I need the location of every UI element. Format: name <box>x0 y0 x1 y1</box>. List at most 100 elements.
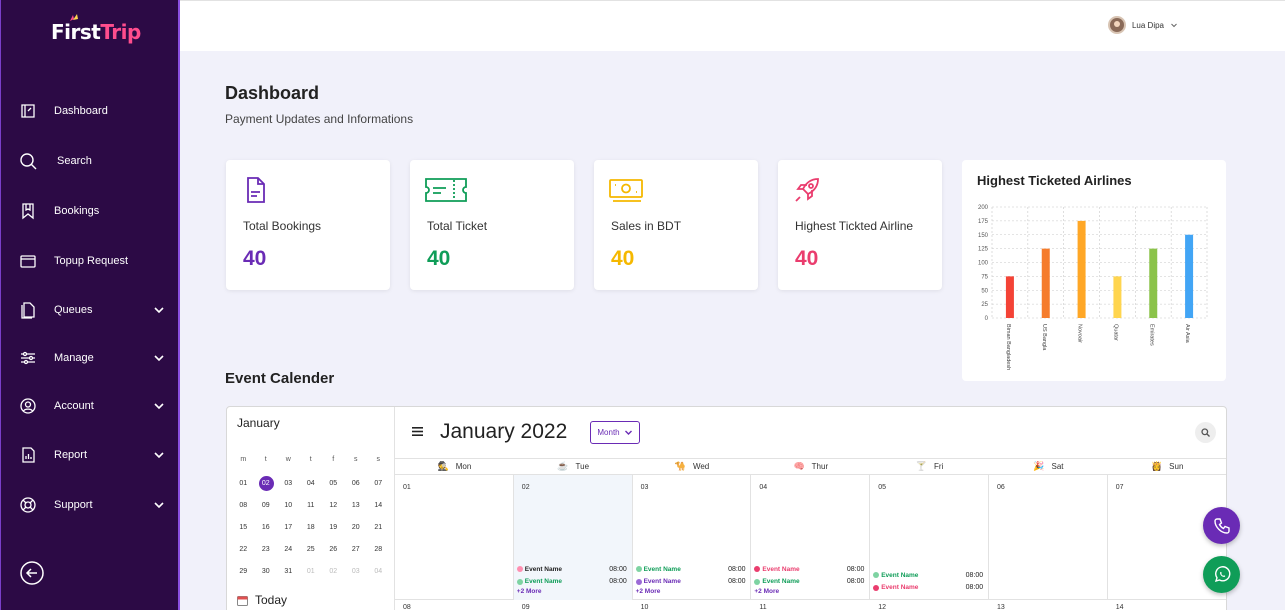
mini-calendar-day[interactable]: 05 <box>322 480 345 487</box>
sidebar-item-topup-request[interactable]: Topup Request <box>19 248 169 274</box>
bar <box>1077 220 1086 318</box>
calendar-day-cell[interactable]: 06 <box>989 475 1108 600</box>
sidebar: FirstTrip Dashboard Search Bookings Topu… <box>0 0 180 610</box>
sidebar-item-dashboard[interactable]: Dashboard <box>19 98 169 124</box>
mini-calendar-day[interactable]: 02 <box>322 568 345 575</box>
more-events-link[interactable]: +2 More <box>636 588 746 598</box>
mini-calendar-day[interactable]: 04 <box>367 568 390 575</box>
calendar-event[interactable]: Event Name 08:00 <box>873 569 983 582</box>
mini-calendar-day[interactable]: 17 <box>277 524 300 531</box>
today-button[interactable]: Today <box>237 593 287 607</box>
mini-calendar-day[interactable]: 08 <box>232 502 255 509</box>
mini-calendar-day[interactable]: 06 <box>345 480 368 487</box>
stat-label: Sales in BDT <box>611 219 682 233</box>
mini-calendar-day[interactable]: 22 <box>232 546 255 553</box>
calendar-day-number[interactable]: 13 <box>989 601 1108 610</box>
mini-calendar-day[interactable]: 20 <box>345 524 368 531</box>
more-events-link[interactable]: +2 More <box>754 588 864 598</box>
sidebar-item-support[interactable]: Support <box>19 492 169 518</box>
mini-calendar-day[interactable]: 26 <box>322 546 345 553</box>
mini-calendar-day[interactable]: 02 <box>255 475 278 491</box>
calendar-day-cell[interactable]: 04 Event Name 08:00 Event Name 08:00 +2 More <box>751 475 871 600</box>
mini-calendar-day[interactable]: 30 <box>255 568 278 575</box>
mini-calendar-month: January <box>237 416 280 430</box>
sidebar-item-manage[interactable]: Manage <box>19 345 169 371</box>
mini-calendar-day[interactable]: 27 <box>345 546 368 553</box>
mini-calendar-day[interactable]: 23 <box>255 546 278 553</box>
mini-calendar-day[interactable]: 24 <box>277 546 300 553</box>
sidebar-item-label: Topup Request <box>54 255 128 267</box>
stat-value: 40 <box>243 247 267 270</box>
day-of-week-label: Wed <box>692 462 710 471</box>
calendar-day-number: 03 <box>640 484 649 491</box>
stat-card-highest-airline[interactable]: Highest Tickted Airline 40 <box>778 160 942 290</box>
mini-calendar-day[interactable]: 01 <box>232 480 255 487</box>
calendar-event[interactable]: Event Name 08:00 <box>754 563 864 576</box>
sidebar-item-account[interactable]: Account <box>19 393 169 419</box>
mini-calendar-day[interactable]: 07 <box>367 480 390 487</box>
sidebar-item-label: Support <box>54 499 93 511</box>
mini-calendar-day[interactable]: 12 <box>322 502 345 509</box>
calendar-day-number[interactable]: 14 <box>1108 601 1226 610</box>
mini-calendar-day[interactable]: 11 <box>300 502 323 509</box>
logo[interactable]: FirstTrip <box>51 14 141 44</box>
sidebar-item-report[interactable]: Report <box>19 442 169 468</box>
event-dot <box>635 566 642 573</box>
search-icon <box>20 153 37 170</box>
more-events-link[interactable]: +2 More <box>517 588 627 598</box>
view-select[interactable]: Month <box>590 421 640 444</box>
event-dot <box>516 566 523 573</box>
mini-calendar-day[interactable]: 19 <box>322 524 345 531</box>
event-name: Event Name <box>524 565 563 573</box>
mini-calendar-day[interactable]: 10 <box>277 502 300 509</box>
stat-card-total-bookings[interactable]: Total Bookings 40 <box>226 160 390 290</box>
stat-label: Total Bookings <box>243 219 322 233</box>
chevron-down-icon <box>1171 23 1177 28</box>
call-button[interactable] <box>1203 507 1240 544</box>
sidebar-item-search[interactable]: Search <box>19 148 169 174</box>
calendar-day-cell[interactable]: 01 <box>395 475 514 600</box>
mini-calendar-day[interactable]: 16 <box>255 524 278 531</box>
calendar-day-number[interactable]: 09 <box>514 601 633 610</box>
mini-calendar-day[interactable]: 18 <box>300 524 323 531</box>
event-time: 08:00 <box>846 565 865 573</box>
calendar-day-cell[interactable]: 03 Event Name 08:00 Event Name 08:00 +2 More <box>633 475 752 600</box>
mini-calendar-day[interactable]: 31 <box>277 568 300 575</box>
sidebar-item-bookings[interactable]: Bookings <box>19 198 169 224</box>
mini-calendar-day[interactable]: 14 <box>367 502 390 509</box>
calendar-event[interactable]: Event Name 08:00 <box>516 576 627 589</box>
mini-calendar-day[interactable]: 29 <box>232 568 255 575</box>
calendar-day-cell[interactable]: 02 Event Name 08:00 Event Name 08:00 +2 More <box>513 475 633 600</box>
mini-calendar-day[interactable]: 21 <box>367 524 390 531</box>
mini-calendar-day[interactable]: 13 <box>345 502 368 509</box>
collapse-sidebar-arrow-icon[interactable] <box>20 561 44 585</box>
calendar-search-button[interactable] <box>1195 422 1216 443</box>
calendar-day-number[interactable]: 08 <box>395 601 514 610</box>
calendar-event[interactable]: Event Name 08:00 <box>873 582 983 595</box>
mini-calendar-day[interactable]: 03 <box>345 568 368 575</box>
mini-calendar-day[interactable]: 28 <box>367 546 390 553</box>
stat-card-sales-in-bdt[interactable]: Sales in BDT 40 <box>594 160 758 290</box>
sidebar-item-queues[interactable]: Queues <box>19 297 169 323</box>
menu-icon[interactable] <box>412 427 423 436</box>
calendar-event[interactable]: Event Name 08:00 <box>635 563 746 576</box>
calendar-day-cell[interactable]: 05 Event Name 08:00 Event Name 08:00 <box>870 475 989 600</box>
mini-calendar-day[interactable]: 25 <box>300 546 323 553</box>
sidebar-item-label: Dashboard <box>54 105 108 117</box>
calendar-event[interactable]: Event Name 08:00 <box>516 563 627 576</box>
mini-calendar-day[interactable]: 03 <box>277 480 300 487</box>
mini-calendar-day[interactable]: 01 <box>300 568 323 575</box>
whatsapp-button[interactable] <box>1203 556 1240 593</box>
mini-calendar-day[interactable]: 09 <box>255 502 278 509</box>
calendar-day-number[interactable]: 11 <box>751 601 870 610</box>
sidebar-item-label: Search <box>57 155 92 167</box>
user-menu[interactable]: Lua Dipa <box>1107 16 1178 34</box>
calendar-event[interactable]: Event Name 08:00 <box>754 576 864 589</box>
calendar-day-number[interactable]: 10 <box>633 601 752 610</box>
calendar-event[interactable]: Event Name 08:00 <box>635 576 746 589</box>
bar <box>1041 248 1050 318</box>
stat-card-total-ticket[interactable]: Total Ticket 40 <box>410 160 574 290</box>
mini-calendar-day[interactable]: 04 <box>300 480 323 487</box>
mini-calendar-day[interactable]: 15 <box>232 524 255 531</box>
calendar-day-number[interactable]: 12 <box>870 601 989 610</box>
